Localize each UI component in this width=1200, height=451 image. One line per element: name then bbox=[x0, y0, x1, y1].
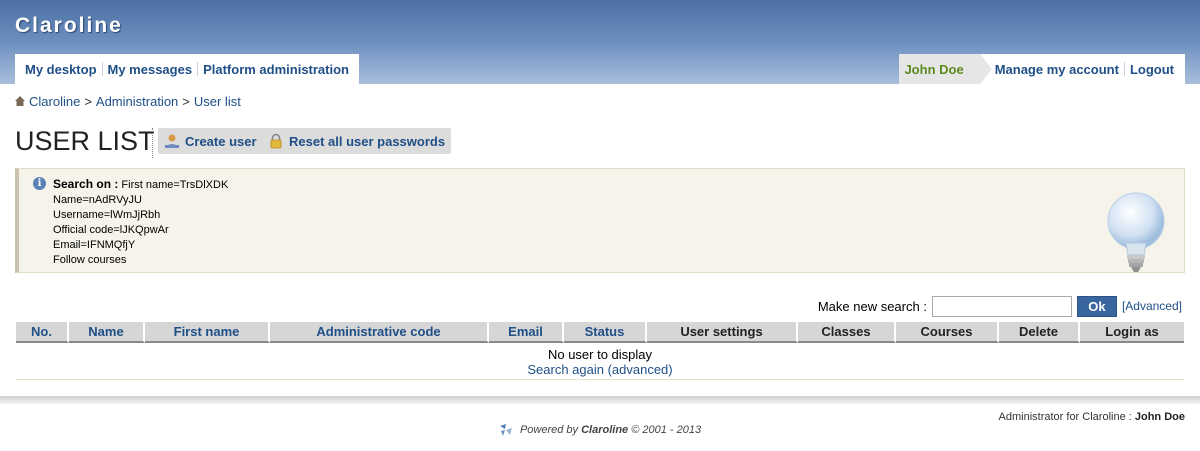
info-icon: i bbox=[33, 177, 46, 190]
column-administrative-code[interactable]: Administrative code bbox=[270, 322, 489, 343]
breadcrumb-current[interactable]: User list bbox=[194, 94, 241, 109]
user-table-header: No. Name First name Administrative code … bbox=[16, 322, 1184, 343]
administrator-name[interactable]: John Doe bbox=[1135, 411, 1185, 423]
powered-by: Powered by Claroline © 2001 - 2013 bbox=[0, 424, 1200, 437]
nav-logout[interactable]: Logout bbox=[1125, 62, 1179, 77]
nav-platform-administration[interactable]: Platform administration bbox=[198, 62, 354, 77]
criteria-name: Name=nAdRVyJU bbox=[53, 194, 142, 206]
user-nav: John Doe Manage my account Logout bbox=[899, 54, 1185, 84]
column-status[interactable]: Status bbox=[564, 322, 647, 343]
main-nav: My desktop My messages Platform administ… bbox=[15, 54, 359, 84]
breadcrumb: Claroline > Administration > User list bbox=[15, 94, 241, 109]
search-again-link[interactable]: Search again (advanced) bbox=[16, 362, 1184, 377]
lightbulb-icon bbox=[1107, 192, 1165, 272]
footer-divider bbox=[0, 396, 1200, 404]
breadcrumb-claroline[interactable]: Claroline bbox=[29, 94, 80, 109]
breadcrumb-separator: > bbox=[182, 94, 190, 109]
criteria-email: Email=IFNMQfjY bbox=[53, 239, 136, 251]
column-no[interactable]: No. bbox=[16, 322, 69, 343]
criteria-follow-courses: Follow courses bbox=[53, 254, 127, 266]
column-first-name[interactable]: First name bbox=[145, 322, 270, 343]
create-user-button[interactable]: Create user bbox=[158, 128, 263, 154]
empty-table-message: No user to display bbox=[547, 347, 653, 362]
user-add-icon bbox=[165, 134, 179, 148]
criteria-username: Username=lWmJjRbh bbox=[53, 209, 161, 221]
nav-manage-account[interactable]: Manage my account bbox=[990, 62, 1124, 77]
lock-icon bbox=[270, 133, 282, 149]
breadcrumb-administration[interactable]: Administration bbox=[96, 94, 178, 109]
bracket-close: ] bbox=[1178, 299, 1182, 313]
search-ok-button[interactable]: Ok bbox=[1076, 295, 1117, 317]
search-label: Make new search : bbox=[817, 298, 927, 314]
column-courses: Courses bbox=[896, 322, 999, 343]
column-login-as: Login as bbox=[1080, 322, 1184, 343]
powered-brand[interactable]: Claroline bbox=[581, 424, 628, 436]
advanced-search-link[interactable]: Advanced bbox=[1125, 299, 1178, 313]
search-input[interactable] bbox=[931, 295, 1072, 317]
criteria-official-code: Official code=lJKQpwAr bbox=[53, 224, 169, 236]
search-info-box: i Search on : First name=TrsDlXDK Name=n… bbox=[15, 168, 1185, 273]
search-criteria: Search on : First name=TrsDlXDK Name=nAd… bbox=[53, 177, 228, 268]
administrator-label: Administrator for Claroline : bbox=[998, 411, 1132, 423]
header-banner: Claroline My desktop My messages Platfor… bbox=[0, 0, 1200, 84]
criteria-first-name: First name=TrsDlXDK bbox=[121, 179, 229, 191]
search-form: Make new search : Ok [Advanced] bbox=[818, 295, 1182, 317]
current-user-name: John Doe bbox=[899, 54, 992, 84]
nav-my-desktop[interactable]: My desktop bbox=[20, 62, 102, 77]
table-bottom-border bbox=[16, 379, 1184, 380]
claroline-logo-icon bbox=[499, 424, 512, 437]
column-email[interactable]: Email bbox=[489, 322, 564, 343]
home-icon bbox=[15, 95, 25, 106]
search-on-label: Search on : bbox=[53, 177, 119, 191]
nav-my-messages[interactable]: My messages bbox=[103, 62, 198, 77]
create-user-label: Create user bbox=[185, 133, 257, 149]
column-classes: Classes bbox=[798, 322, 896, 343]
app-title[interactable]: Claroline bbox=[15, 14, 123, 38]
column-delete: Delete bbox=[999, 322, 1080, 343]
breadcrumb-separator: > bbox=[84, 94, 92, 109]
powered-prefix: Powered by bbox=[519, 424, 579, 436]
title-divider bbox=[152, 128, 153, 158]
administrator-line: Administrator for Claroline : John Doe bbox=[999, 411, 1185, 423]
reset-passwords-button[interactable]: Reset all user passwords bbox=[262, 128, 452, 154]
column-name[interactable]: Name bbox=[69, 322, 145, 343]
column-user-settings: User settings bbox=[647, 322, 798, 343]
reset-passwords-label: Reset all user passwords bbox=[289, 133, 446, 149]
page-title: USER LIST bbox=[15, 126, 155, 156]
powered-suffix: © 2001 - 2013 bbox=[631, 424, 702, 436]
